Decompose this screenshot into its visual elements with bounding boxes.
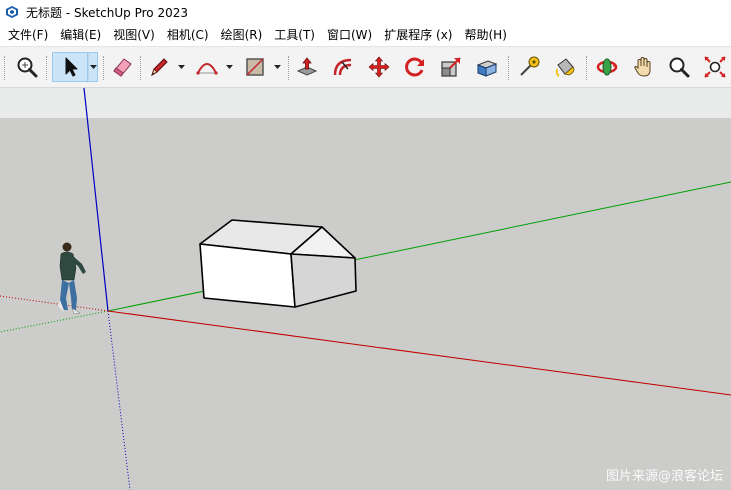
house-side-wall — [290, 253, 357, 308]
blue-axis-negative — [107, 310, 131, 490]
person-figure[interactable] — [58, 242, 86, 315]
house-front-wall — [199, 243, 296, 308]
green-axis-negative — [0, 310, 109, 333]
blue-axis — [83, 87, 109, 312]
red-axis — [107, 310, 731, 396]
watermark: 图片来源@浪客论坛 — [605, 469, 723, 484]
modeling-viewport[interactable] — [0, 0, 731, 490]
red-axis-negative — [0, 295, 109, 312]
house-model[interactable] — [199, 219, 357, 308]
